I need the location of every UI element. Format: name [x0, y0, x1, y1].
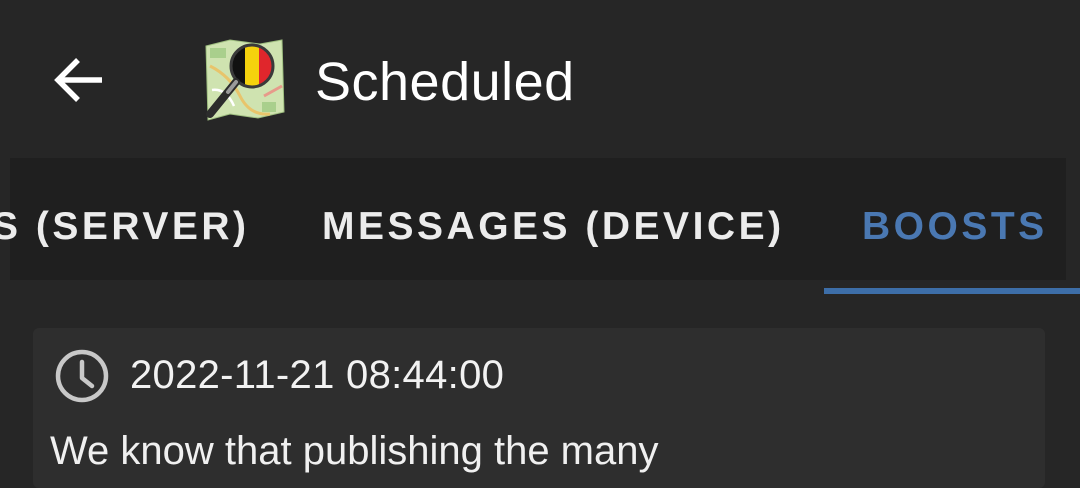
- tab-messages-device[interactable]: MESSAGES (DEVICE): [322, 204, 785, 250]
- active-tab-indicator: [824, 288, 1080, 294]
- tab-messages-server[interactable]: S (SERVER): [0, 204, 250, 250]
- back-button[interactable]: [48, 50, 112, 110]
- clock-icon: [55, 349, 109, 403]
- tab-bar: S (SERVER) MESSAGES (DEVICE) BOOSTS: [0, 158, 1080, 296]
- app-logo-icon: [205, 39, 285, 121]
- post-text: We know that publishing the many: [50, 429, 659, 473]
- tab-boosts[interactable]: BOOSTS: [862, 204, 1048, 250]
- page-title: Scheduled: [315, 52, 575, 112]
- scheduled-timestamp: 2022-11-21 08:44:00: [130, 353, 505, 397]
- arrow-left-icon: [54, 58, 102, 102]
- app-bar: Scheduled: [0, 0, 1080, 158]
